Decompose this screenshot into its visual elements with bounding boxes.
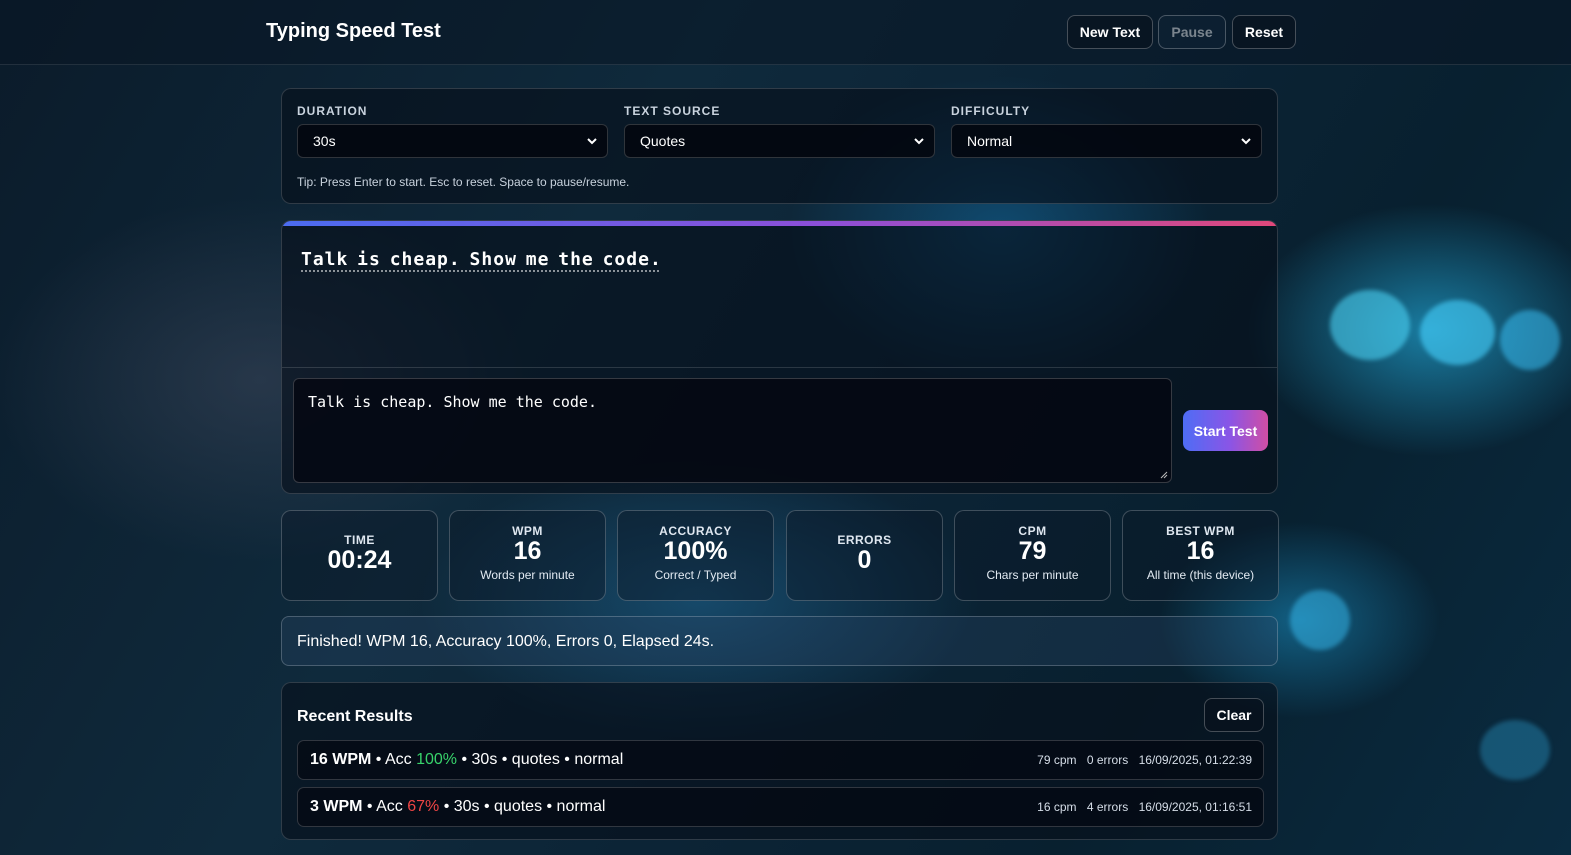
background-glow — [1290, 590, 1350, 650]
result-wpm: 3 WPM — [310, 798, 363, 815]
result-details: 30s • quotes • normal — [453, 798, 606, 815]
start-test-button[interactable]: Start Test — [1183, 410, 1268, 451]
progress-bar — [282, 221, 1277, 226]
background-glow — [1420, 300, 1495, 365]
result-cpm: 16 cpm — [1037, 800, 1077, 814]
result-wpm: 16 WPM — [310, 751, 372, 768]
stat-time-label: TIME — [344, 533, 375, 547]
background-glow — [1330, 290, 1410, 360]
typing-panel: Talk is cheap. Show me the code. Talk is… — [281, 220, 1278, 494]
chevron-down-icon — [1241, 138, 1251, 145]
text-source-select[interactable]: Quotes — [624, 124, 935, 158]
stat-best-wpm-label: BEST WPM — [1166, 524, 1235, 538]
reset-button[interactable]: Reset — [1232, 15, 1296, 49]
chevron-down-icon — [587, 138, 597, 145]
clear-results-button[interactable]: Clear — [1204, 698, 1264, 732]
top-bar: Typing Speed Test New Text Pause Reset — [0, 0, 1571, 65]
recent-results-title: Recent Results — [297, 708, 413, 725]
duration-label: DURATION — [297, 104, 368, 118]
divider — [282, 367, 1277, 368]
result-accuracy: 67% — [407, 798, 440, 815]
stat-time: TIME 00:24 — [281, 510, 438, 601]
stat-wpm-value: 16 — [513, 537, 542, 565]
stat-cpm-value: 79 — [1018, 537, 1047, 565]
result-summary: 16 WPM • Acc 100% • 30s • quotes • norma… — [310, 751, 623, 769]
result-timestamp: 16/09/2025, 01:22:39 — [1138, 753, 1252, 767]
result-summary: 3 WPM • Acc 67% • 30s • quotes • normal — [310, 798, 605, 816]
stat-accuracy-sub: Correct / Typed — [654, 568, 737, 582]
result-acc-prefix: Acc — [384, 751, 412, 768]
result-meta: 79 cpm 0 errors 16/09/2025, 01:22:39 — [1030, 753, 1252, 767]
difficulty-select[interactable]: Normal — [951, 124, 1262, 158]
result-accuracy: 100% — [416, 751, 458, 768]
background-glow — [1500, 310, 1560, 370]
stat-cpm-sub: Chars per minute — [986, 568, 1079, 582]
result-errors: 4 errors — [1086, 800, 1129, 814]
stat-errors-label: ERRORS — [837, 533, 892, 547]
separator: • — [366, 798, 377, 815]
stat-accuracy: ACCURACY 100% Correct / Typed — [617, 510, 774, 601]
pause-button[interactable]: Pause — [1158, 15, 1226, 49]
typing-input[interactable]: Talk is cheap. Show me the code. — [293, 378, 1172, 483]
keyboard-tip: Tip: Press Enter to start. Esc to reset.… — [297, 175, 630, 189]
text-source-label: TEXT SOURCE — [624, 104, 721, 118]
stat-errors-value: 0 — [857, 546, 872, 574]
result-errors: 0 errors — [1086, 753, 1129, 767]
recent-results-panel: Recent Results Clear 16 WPM • Acc 100% •… — [281, 682, 1278, 840]
result-row: 16 WPM • Acc 100% • 30s • quotes • norma… — [297, 740, 1264, 780]
stat-cpm: CPM 79 Chars per minute — [954, 510, 1111, 601]
stat-accuracy-value: 100% — [663, 537, 728, 565]
settings-panel: DURATION 30s TEXT SOURCE Quotes DIFFICUL… — [281, 88, 1278, 204]
new-text-button[interactable]: New Text — [1067, 15, 1153, 49]
stat-errors: ERRORS 0 — [786, 510, 943, 601]
app-title: Typing Speed Test — [266, 20, 441, 42]
result-meta: 16 cpm 4 errors 16/09/2025, 01:16:51 — [1030, 800, 1252, 814]
resize-grip-icon[interactable] — [1160, 471, 1168, 479]
result-acc-prefix: Acc — [376, 798, 403, 815]
duration-select[interactable]: 30s — [297, 124, 608, 158]
separator: • — [443, 798, 454, 815]
result-row: 3 WPM • Acc 67% • 30s • quotes • normal … — [297, 787, 1264, 827]
result-status-message: Finished! WPM 16, Accuracy 100%, Errors … — [281, 616, 1278, 666]
stat-best-wpm-sub: All time (this device) — [1146, 568, 1255, 582]
stat-wpm: WPM 16 Words per minute — [449, 510, 606, 601]
result-details: 30s • quotes • normal — [471, 751, 624, 768]
stat-cpm-label: CPM — [1018, 524, 1047, 538]
background-glow — [1480, 720, 1550, 780]
difficulty-label: DIFFICULTY — [951, 104, 1031, 118]
separator: • — [461, 751, 472, 768]
result-timestamp: 16/09/2025, 01:16:51 — [1138, 800, 1252, 814]
stat-wpm-label: WPM — [512, 524, 543, 538]
result-cpm: 79 cpm — [1037, 753, 1077, 767]
chevron-down-icon — [914, 138, 924, 145]
stat-accuracy-label: ACCURACY — [659, 524, 732, 538]
stat-time-value: 00:24 — [327, 546, 392, 574]
text-source-value: Quotes — [640, 133, 686, 149]
stat-best-wpm-value: 16 — [1186, 537, 1215, 565]
difficulty-value: Normal — [967, 133, 1013, 149]
stat-best-wpm: BEST WPM 16 All time (this device) — [1122, 510, 1279, 601]
duration-value: 30s — [313, 133, 336, 149]
target-text: Talk is cheap. Show me the code. — [301, 249, 662, 270]
typing-input-value: Talk is cheap. Show me the code. — [308, 393, 597, 411]
separator: • — [375, 751, 385, 768]
stat-wpm-sub: Words per minute — [480, 568, 575, 582]
